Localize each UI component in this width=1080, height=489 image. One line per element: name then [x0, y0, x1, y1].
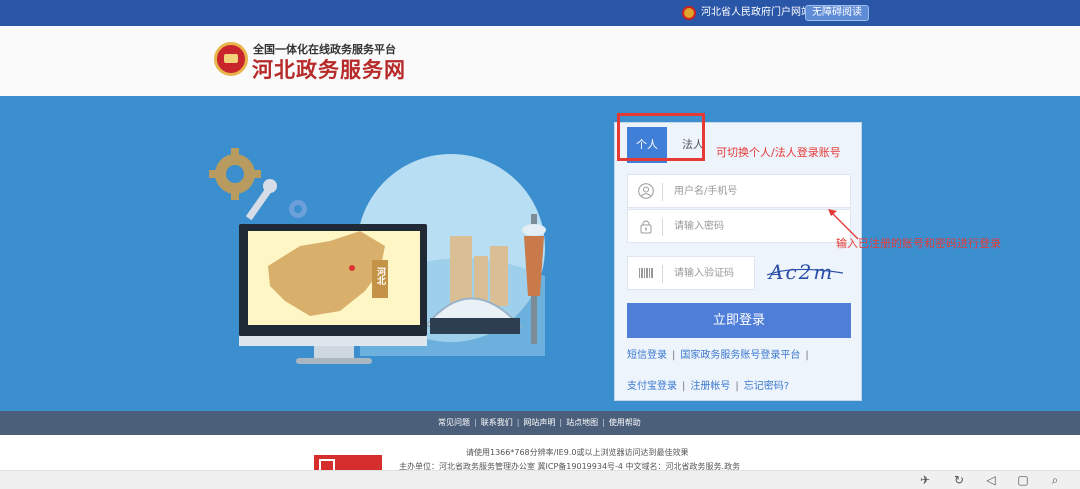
refresh-icon[interactable]: ↻ [952, 473, 966, 487]
field-separator [662, 218, 663, 236]
footer-link-statement[interactable]: 网站声明 [523, 418, 555, 427]
login-button[interactable]: 立即登录 [627, 303, 851, 338]
banner-illustration: 河北 [209, 148, 546, 364]
gear-icon [209, 148, 261, 200]
field-separator [662, 265, 663, 283]
site-header: 全国一体化在线政务服务平台 河北政务服务网 [0, 26, 1080, 96]
login-card: 个人 法人 用户名/手机号 请输入密码 请输入验证码 Ac2m 立即登录 短信登… [614, 122, 862, 401]
username-field[interactable]: 用户名/手机号 [627, 174, 851, 208]
username-placeholder: 用户名/手机号 [674, 186, 738, 197]
national-account-link[interactable]: 国家政务服务账号登录平台 [680, 350, 800, 361]
captcha-placeholder: 请输入验证码 [674, 268, 734, 279]
browser-status-bar: ✈ ↻ ◁ ▢ ⌕ [0, 470, 1080, 489]
emblem-icon [682, 6, 696, 20]
footer-link-faq[interactable]: 常见问题 [438, 418, 470, 427]
forgot-password-link[interactable]: 忘记密码? [744, 381, 789, 392]
banner: 河北 [0, 96, 1080, 411]
search-icon[interactable]: ⌕ [1048, 473, 1062, 487]
field-separator [662, 183, 663, 201]
arrow-icon [828, 209, 859, 240]
top-bar: 河北省人民政府门户网站 无障碍阅读 [0, 0, 1080, 26]
footer-nav: 常见问题 | 联系我们 | 网站声明 | 站点地图 | 使用帮助 [0, 411, 1080, 435]
speaker-icon[interactable]: ◁ [984, 473, 998, 487]
register-link[interactable]: 注册帐号 [690, 381, 730, 392]
logo-icon[interactable] [214, 42, 248, 76]
input-annotation: 输入已注册的账号和密码进行登录 [836, 237, 1001, 250]
login-links-row2: 支付宝登录 | 注册帐号 | 忘记密码? [627, 381, 790, 392]
accessibility-button[interactable]: 无障碍阅读 [805, 5, 869, 21]
footer-link-sitemap[interactable]: 站点地图 [566, 418, 598, 427]
login-links-row1: 短信登录 | 国家政务服务账号登录平台 | [627, 350, 809, 361]
footer-browser-tip: 请使用1366*768分辨率/IE9.0或以上浏览器访问达到最佳效果 [466, 448, 689, 457]
small-gear-icon [289, 200, 307, 218]
switch-annotation: 可切换个人/法人登录账号 [716, 146, 841, 159]
gov-portal-link[interactable]: 河北省人民政府门户网站 [701, 7, 811, 19]
captcha-field[interactable]: 请输入验证码 [627, 256, 755, 290]
platform-slogan: 全国一体化在线政务服务平台 [253, 43, 396, 56]
tab-highlight-box [617, 113, 705, 161]
window-icon[interactable]: ▢ [1016, 473, 1030, 487]
rocket-icon[interactable]: ✈ [918, 473, 932, 487]
sms-login-link[interactable]: 短信登录 [627, 350, 667, 361]
lock-icon [640, 220, 652, 234]
site-name[interactable]: 河北政务服务网 [252, 57, 406, 83]
footer: 请使用1366*768分辨率/IE9.0或以上浏览器访问达到最佳效果 主办单位：… [0, 435, 1080, 475]
footer-link-help[interactable]: 使用帮助 [609, 418, 641, 427]
password-field[interactable]: 请输入密码 [627, 209, 851, 243]
user-icon [638, 183, 654, 199]
footer-link-contact[interactable]: 联系我们 [481, 418, 513, 427]
barcode-icon [639, 268, 653, 278]
captcha-image[interactable]: Ac2m [763, 257, 847, 287]
password-placeholder: 请输入密码 [674, 221, 724, 232]
map-label: 河北 [375, 266, 386, 286]
alipay-login-link[interactable]: 支付宝登录 [627, 381, 677, 392]
monitor [239, 224, 427, 364]
